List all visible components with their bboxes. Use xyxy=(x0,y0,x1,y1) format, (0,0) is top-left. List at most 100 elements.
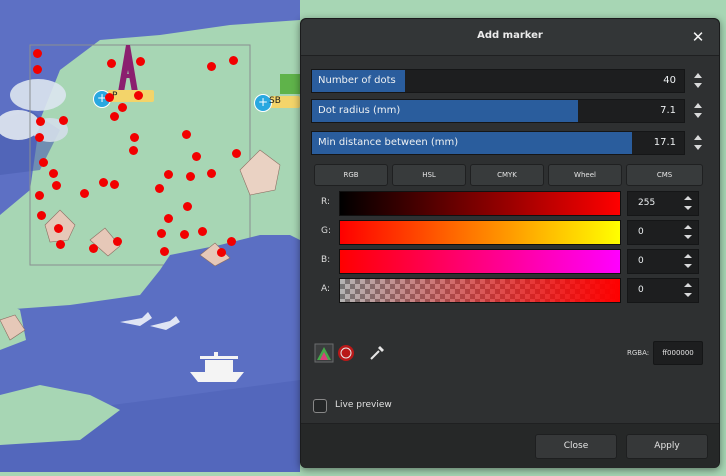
marker-dot[interactable] xyxy=(227,237,236,246)
marker-dot[interactable] xyxy=(36,117,45,126)
tab-hsl[interactable]: HSL xyxy=(392,164,466,186)
marker-dot[interactable] xyxy=(52,181,61,190)
min-distance-label: Min distance between (mm) xyxy=(318,137,459,148)
marker-dot[interactable] xyxy=(49,169,58,178)
marker-dot[interactable] xyxy=(35,133,44,142)
color-swatch-icon[interactable] xyxy=(314,343,334,363)
number-of-dots-bar[interactable]: Number of dots 40 xyxy=(311,69,685,93)
decrement-icon[interactable] xyxy=(684,264,692,268)
dot-radius-arrows[interactable] xyxy=(689,99,709,123)
marker-dot[interactable] xyxy=(180,230,189,239)
min-distance-spinner[interactable]: Min distance between (mm) 17.1 xyxy=(311,131,709,155)
decrement-icon[interactable] xyxy=(694,113,702,118)
eyedropper-icon[interactable] xyxy=(367,343,387,363)
channel-a-arrows[interactable] xyxy=(681,278,695,303)
close-button[interactable]: Close xyxy=(535,434,617,459)
marker-dot[interactable] xyxy=(164,214,173,223)
increment-icon[interactable] xyxy=(684,196,692,200)
channel-r-label: R: xyxy=(321,197,331,207)
rgba-field[interactable]: ff000000 xyxy=(653,341,703,365)
number-of-dots-label: Number of dots xyxy=(318,75,396,86)
marker-dot[interactable] xyxy=(134,91,143,100)
marker-dot[interactable] xyxy=(164,170,173,179)
dot-radius-label: Dot radius (mm) xyxy=(318,105,401,116)
decrement-icon[interactable] xyxy=(684,235,692,239)
dialog-footer: Close Apply xyxy=(301,423,719,468)
marker-dot[interactable] xyxy=(99,178,108,187)
marker-dot[interactable] xyxy=(182,130,191,139)
dot-radius-spinner[interactable]: Dot radius (mm) 7.1 xyxy=(311,99,709,123)
marker-dot[interactable] xyxy=(160,247,169,256)
number-of-dots-arrows[interactable] xyxy=(689,69,709,93)
marker-dot[interactable] xyxy=(118,103,127,112)
marker-dot[interactable] xyxy=(186,172,195,181)
min-distance-arrows[interactable] xyxy=(689,131,709,155)
tab-wheel[interactable]: Wheel xyxy=(548,164,622,186)
channel-g-arrows[interactable] xyxy=(681,220,695,245)
marker-dot[interactable] xyxy=(183,202,192,211)
marker-dot[interactable] xyxy=(59,116,68,125)
decrement-icon[interactable] xyxy=(684,293,692,297)
channel-g-slider[interactable] xyxy=(339,220,621,245)
marker-dot[interactable] xyxy=(107,59,116,68)
channel-r-arrows[interactable] xyxy=(681,191,695,216)
increment-icon[interactable] xyxy=(694,135,702,140)
increment-icon[interactable] xyxy=(694,103,702,108)
channel-a-label: A: xyxy=(321,284,331,294)
marker-dot[interactable] xyxy=(207,62,216,71)
marker-dot[interactable] xyxy=(129,146,138,155)
marker-dot[interactable] xyxy=(35,191,44,200)
marker-dot[interactable] xyxy=(80,189,89,198)
channel-b-arrows[interactable] xyxy=(681,249,695,274)
increment-icon[interactable] xyxy=(684,254,692,258)
marker-dot[interactable] xyxy=(232,149,241,158)
marker-dot[interactable] xyxy=(155,184,164,193)
increment-icon[interactable] xyxy=(684,283,692,287)
rgba-label: RGBA: xyxy=(627,349,650,357)
marker-dot[interactable] xyxy=(207,169,216,178)
number-of-dots-spinner[interactable]: Number of dots 40 xyxy=(311,69,709,93)
increment-icon[interactable] xyxy=(684,225,692,229)
marker-dot[interactable] xyxy=(54,224,63,233)
marker-dot[interactable] xyxy=(113,237,122,246)
marker-dot[interactable] xyxy=(110,112,119,121)
marker-dot[interactable] xyxy=(37,211,46,220)
dot-radius-value: 7.1 xyxy=(660,105,676,116)
channel-r-slider[interactable] xyxy=(339,191,621,216)
channel-a-slider[interactable] xyxy=(339,278,621,303)
marker-dot[interactable] xyxy=(130,133,139,142)
close-icon[interactable]: ✕ xyxy=(687,26,709,48)
marker-dot[interactable] xyxy=(33,49,42,58)
decrement-icon[interactable] xyxy=(694,145,702,150)
marker-dot[interactable] xyxy=(105,93,114,102)
decrement-icon[interactable] xyxy=(684,206,692,210)
decrement-icon[interactable] xyxy=(694,83,702,88)
live-preview-checkbox[interactable] xyxy=(313,399,327,413)
marker-dot[interactable] xyxy=(229,56,238,65)
dot-radius-bar[interactable]: Dot radius (mm) 7.1 xyxy=(311,99,685,123)
tab-rgb[interactable]: RGB xyxy=(314,164,388,186)
tab-cmyk[interactable]: CMYK xyxy=(470,164,544,186)
marker-dot[interactable] xyxy=(217,248,226,257)
marker-dot[interactable] xyxy=(56,240,65,249)
tab-cms[interactable]: CMS xyxy=(626,164,703,186)
marker-dot[interactable] xyxy=(157,229,166,238)
add-marker-dialog: Add marker ✕ Number of dots 40 Dot radiu… xyxy=(300,18,720,468)
marker-dot[interactable] xyxy=(198,227,207,236)
marker-dot[interactable] xyxy=(89,244,98,253)
dialog-titlebar[interactable]: Add marker ✕ xyxy=(301,19,719,56)
marker-dot[interactable] xyxy=(110,180,119,189)
apply-button[interactable]: Apply xyxy=(626,434,708,459)
color-marker-icon[interactable] xyxy=(336,343,356,363)
channel-g-value: 0 xyxy=(638,227,644,237)
min-distance-bar[interactable]: Min distance between (mm) 17.1 xyxy=(311,131,685,155)
marker-dot[interactable] xyxy=(33,65,42,74)
channel-r-value: 255 xyxy=(638,198,656,208)
channel-a-value: 0 xyxy=(638,285,644,295)
increment-icon[interactable] xyxy=(694,73,702,78)
marker-dot[interactable] xyxy=(39,158,48,167)
marker-dot[interactable] xyxy=(192,152,201,161)
marker-dot[interactable] xyxy=(136,57,145,66)
channel-b-slider[interactable] xyxy=(339,249,621,274)
live-preview-label: Live preview xyxy=(335,400,392,410)
